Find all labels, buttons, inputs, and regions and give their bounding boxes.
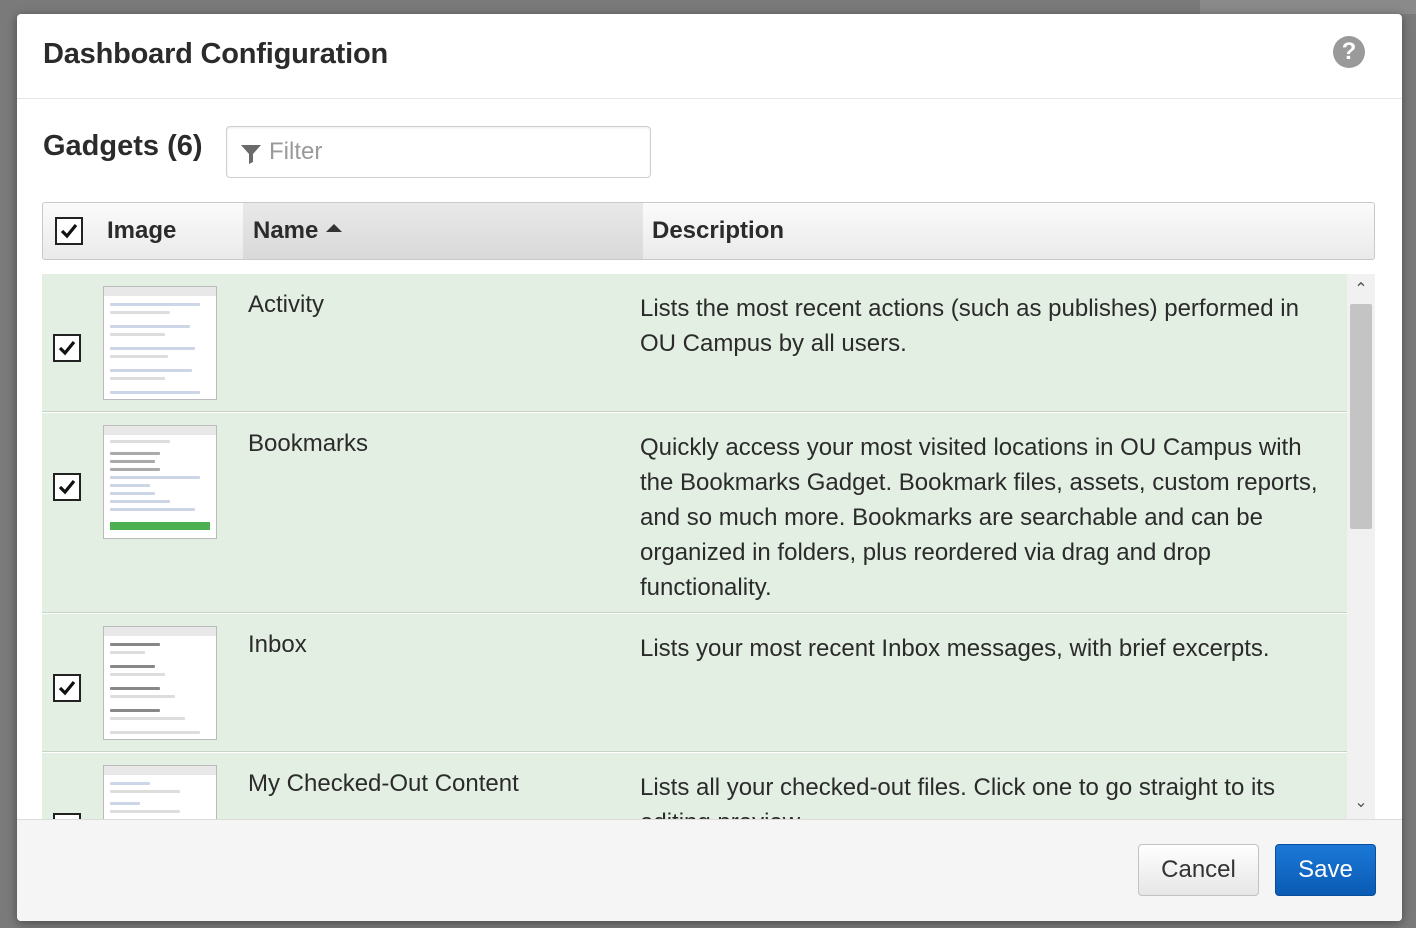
filter-field[interactable]: [226, 126, 651, 178]
gadgets-table-body: Activity Lists the most recent actions (…: [42, 274, 1375, 819]
gadget-thumbnail: [103, 425, 217, 539]
gadget-description: Lists all your checked-out files. Click …: [640, 774, 1275, 819]
table-row: Bookmarks Quickly access your most visit…: [42, 413, 1347, 613]
select-all-checkbox[interactable]: [55, 217, 83, 245]
gadget-name: Inbox: [248, 631, 307, 658]
gadgets-count-title: Gadgets (6): [43, 130, 203, 162]
gadget-description: Quickly access your most visited locatio…: [640, 434, 1318, 601]
dialog-footer: Cancel Save: [17, 819, 1402, 921]
sort-ascending-icon: [326, 223, 343, 232]
table-row: My Checked-Out Content Lists all your ch…: [42, 753, 1347, 819]
gadget-description: Lists your most recent Inbox messages, w…: [640, 635, 1270, 662]
column-header-name-label: Name: [253, 217, 319, 244]
row-checkbox[interactable]: [53, 473, 81, 501]
checkmark-icon: [58, 479, 76, 495]
row-checkbox[interactable]: [53, 334, 81, 362]
checkmark-icon: [58, 680, 76, 696]
funnel-icon: [241, 145, 261, 164]
column-header-image: Image: [107, 217, 177, 244]
gadget-thumbnail: [103, 626, 217, 740]
column-header-name[interactable]: Name: [243, 203, 643, 259]
row-checkbox[interactable]: [53, 674, 81, 702]
table-scrollbar[interactable]: ⌃ ⌄: [1347, 274, 1375, 819]
gadget-name: Activity: [248, 291, 325, 318]
dialog-header: Dashboard Configuration ?: [17, 14, 1402, 99]
chevron-down-icon[interactable]: ⌄: [1353, 795, 1369, 811]
gadget-name: My Checked-Out Content: [248, 770, 519, 797]
table-header: Image Name Description: [42, 202, 1375, 260]
gadget-description: Lists the most recent actions (such as p…: [640, 295, 1299, 357]
filter-input[interactable]: [267, 135, 637, 169]
table-row: Activity Lists the most recent actions (…: [42, 274, 1347, 412]
dashboard-configuration-dialog: Dashboard Configuration ? Gadgets (6) Im…: [17, 14, 1402, 921]
table-row: Inbox Lists your most recent Inbox messa…: [42, 614, 1347, 752]
gadget-name: Bookmarks: [248, 430, 369, 457]
gadget-thumbnail: [103, 286, 217, 400]
save-button[interactable]: Save: [1275, 844, 1376, 896]
question-circle-icon[interactable]: ?: [1333, 36, 1365, 68]
checkmark-icon: [60, 223, 78, 239]
cancel-button[interactable]: Cancel: [1138, 844, 1259, 896]
background-strip: [1200, 0, 1416, 14]
scrollbar-thumb[interactable]: [1350, 304, 1372, 529]
chevron-up-icon[interactable]: ⌃: [1353, 282, 1369, 298]
checkmark-icon: [58, 340, 76, 356]
gadget-thumbnail: [103, 765, 217, 819]
dialog-title: Dashboard Configuration: [43, 38, 389, 70]
column-header-description: Description: [652, 217, 785, 244]
